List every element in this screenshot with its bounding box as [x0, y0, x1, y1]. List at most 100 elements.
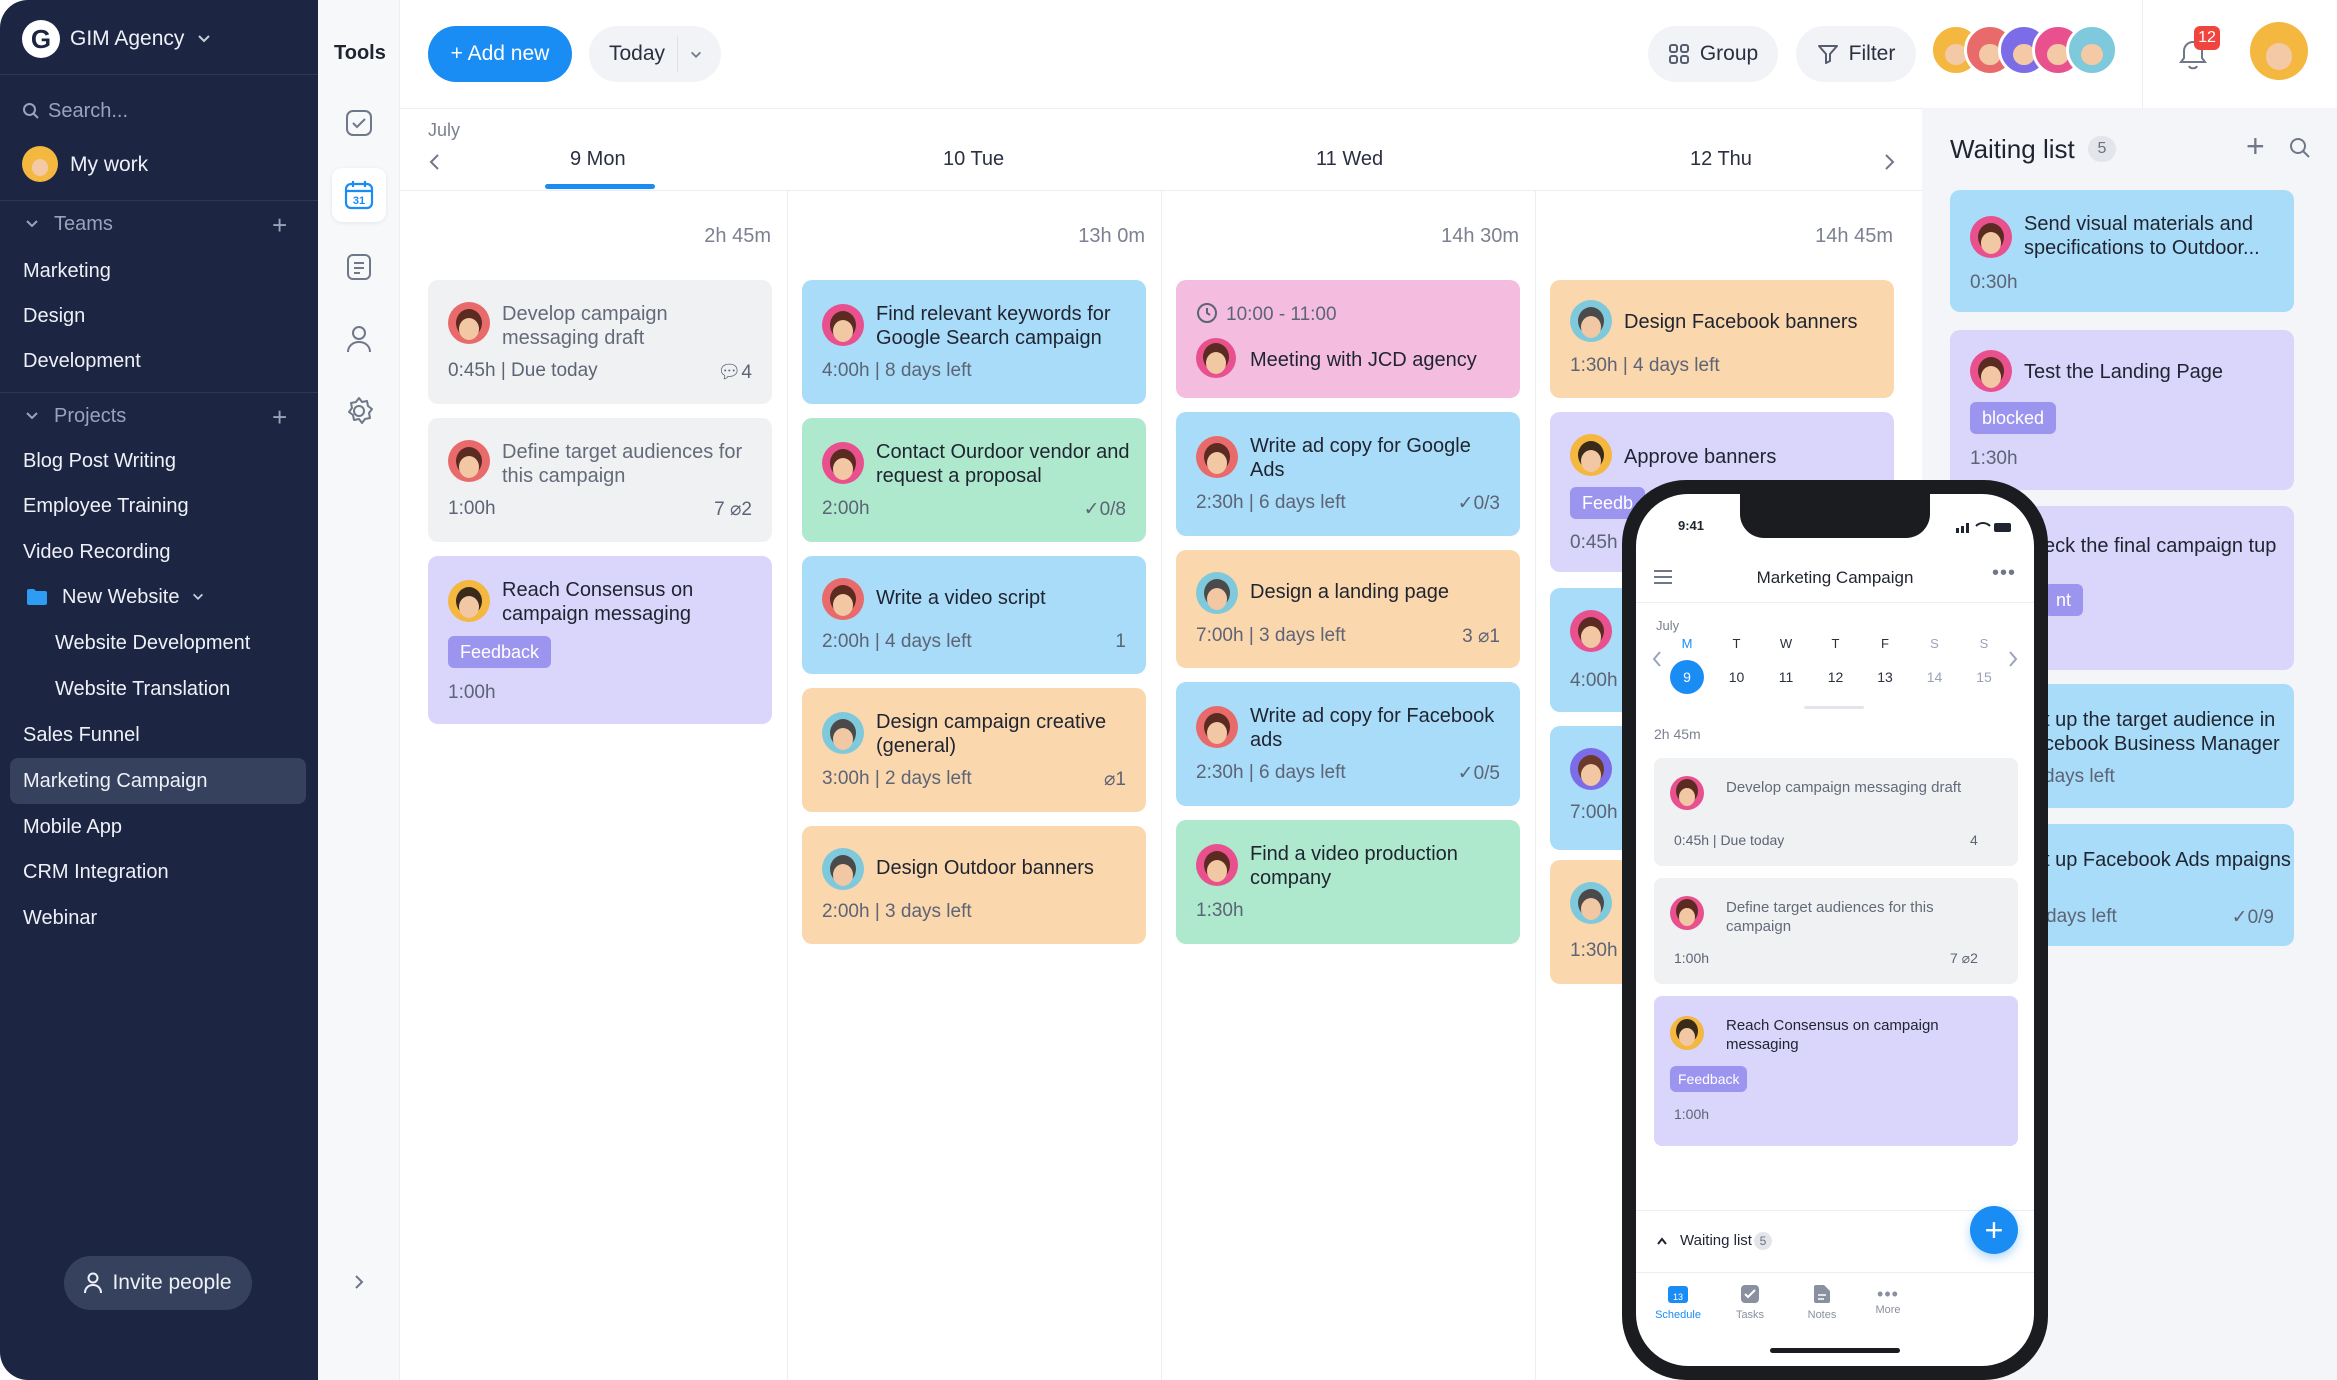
phone-tab-notes[interactable]: Notes [1794, 1284, 1850, 1321]
chevron-up-icon[interactable] [1656, 1236, 1668, 1246]
sidebar-item-marketing-campaign[interactable]: Marketing Campaign [10, 758, 306, 804]
sidebar-item-design[interactable]: Design [10, 293, 306, 339]
search-input[interactable]: Search... [48, 100, 128, 123]
add-icon[interactable]: + [2246, 128, 2265, 165]
more-icon[interactable]: ••• [1992, 562, 2016, 585]
phone-task-card[interactable]: Develop campaign messaging draft 0:45h |… [1654, 758, 2018, 866]
date-cell[interactable]: 10 [1720, 660, 1754, 694]
task-card[interactable]: Design campaign creative (general) 3:00h… [802, 688, 1146, 812]
chevron-down-icon[interactable] [24, 216, 40, 232]
task-card[interactable]: Design Facebook banners 1:30h | 4 days l… [1550, 280, 1894, 398]
chevron-down-icon[interactable] [689, 48, 703, 62]
tool-settings[interactable] [332, 384, 386, 438]
phone-tab-more[interactable]: ••• More [1860, 1284, 1916, 1316]
waiting-task-card[interactable]: Send visual materials and specifications… [1950, 190, 2294, 312]
sidebar-item-crm-integration[interactable]: CRM Integration [10, 849, 306, 895]
sidebar-item-website-development[interactable]: Website Development [10, 620, 306, 666]
assignee-avatar [448, 302, 490, 344]
tool-tasks[interactable] [332, 96, 386, 150]
sidebar-item-blog-post-writing[interactable]: Blog Post Writing [10, 438, 306, 484]
sidebar-item-webinar[interactable]: Webinar [10, 895, 306, 941]
task-title: Write a video script [876, 587, 1046, 609]
date-cell[interactable]: 15 [1967, 660, 2001, 694]
task-title: eck the final campaign tup [2044, 535, 2277, 557]
sidebar-item-marketing[interactable]: Marketing [10, 248, 306, 294]
divider [0, 392, 318, 393]
task-meta: 2:00h [822, 498, 870, 519]
chevron-right-icon[interactable] [352, 1274, 366, 1290]
task-card[interactable]: Reach Consensus on campaign messaging Fe… [428, 556, 772, 724]
chevron-down-icon[interactable] [196, 30, 212, 46]
task-card[interactable]: Design a landing page 7:00h | 3 days lef… [1176, 550, 1520, 668]
filter-label: Filter [1848, 42, 1896, 65]
chevron-right-icon[interactable] [2008, 650, 2018, 668]
phone-waiting-list[interactable]: Waiting list [1680, 1232, 1752, 1249]
task-card[interactable]: Find a video production company 1:30h [1176, 820, 1520, 944]
chevron-right-icon[interactable] [1882, 152, 1896, 172]
task-card[interactable]: Develop campaign messaging draft 0:45h |… [428, 280, 772, 404]
task-card[interactable]: Write a video script 2:00h | 4 days left… [802, 556, 1146, 674]
chevron-left-icon[interactable] [428, 152, 442, 172]
search-icon[interactable] [2288, 136, 2312, 160]
calendar-icon-day: 31 [353, 195, 365, 207]
day-tab-thu[interactable]: 12 Thu [1690, 148, 1752, 171]
task-card[interactable]: Write ad copy for Facebook ads 2:30h | 6… [1176, 682, 1520, 806]
sidebar-item-employee-training[interactable]: Employee Training [10, 483, 306, 529]
task-card[interactable]: Define target audiences for this campaig… [428, 418, 772, 542]
sidebar-item-development[interactable]: Development [10, 338, 306, 384]
sidebar-item-website-translation[interactable]: Website Translation [10, 666, 306, 712]
date-cell[interactable]: 11 [1769, 660, 1803, 694]
day-tab-tue[interactable]: 10 Tue [943, 148, 1004, 171]
sidebar-item-mobile-app[interactable]: Mobile App [10, 804, 306, 850]
task-meta: days left [2044, 766, 2115, 787]
phone-task-card[interactable]: Define target audiences for this campaig… [1654, 878, 2018, 984]
phone-mockup: 9:41 Marketing Campaign ••• July M 9 T 10 W 1… [1622, 480, 2048, 1380]
task-meta: 1:30h | 4 days left [1570, 355, 1720, 376]
divider [1636, 1272, 2034, 1273]
my-work-link[interactable]: My work [70, 153, 148, 177]
waiting-task-card[interactable]: Test the Landing Page blocked 1:30h [1950, 330, 2294, 490]
weekday-label: S [1979, 636, 1989, 651]
sidebar-item-sales-funnel[interactable]: Sales Funnel [10, 712, 306, 758]
phone-add-fab[interactable]: + [1970, 1206, 2018, 1254]
task-card[interactable]: Find relevant keywords for Google Search… [802, 280, 1146, 404]
sidebar-folder-new-website[interactable]: New Website [10, 574, 306, 620]
assignee-avatar [1970, 216, 2012, 258]
member-avatar[interactable] [2066, 24, 2118, 76]
add-team-icon[interactable]: + [272, 210, 287, 241]
tool-notes[interactable] [332, 240, 386, 294]
date-cell[interactable]: 12 [1819, 660, 1853, 694]
date-cell[interactable]: 14 [1918, 660, 1952, 694]
day-tab-mon[interactable]: 9 Mon [570, 148, 626, 171]
day-tab-wed[interactable]: 11 Wed [1316, 148, 1383, 171]
phone-tab-schedule[interactable]: 13 Schedule [1650, 1284, 1706, 1321]
phone-tab-tasks[interactable]: Tasks [1722, 1284, 1778, 1321]
filter-button[interactable]: Filter [1796, 26, 1916, 82]
chevron-down-icon[interactable] [191, 590, 205, 604]
tab-label: Schedule [1655, 1309, 1701, 1321]
tool-calendar[interactable]: 31 [332, 168, 386, 222]
task-title: Design campaign creative (general) [876, 711, 1107, 757]
status-tag: Feedback [448, 636, 552, 668]
task-card[interactable]: Contact Ourdoor vendor and request a pro… [802, 418, 1146, 542]
task-card[interactable]: Design Outdoor banners 2:00h | 3 days le… [802, 826, 1146, 944]
group-button[interactable]: Group [1648, 26, 1778, 82]
date-selected[interactable]: 9 [1670, 660, 1704, 694]
workspace-name[interactable]: GIM Agency [70, 27, 184, 51]
task-card[interactable]: Write ad copy for Google Ads 2:30h | 6 d… [1176, 412, 1520, 536]
chevron-left-icon[interactable] [1652, 650, 1662, 668]
sidebar-item-video-recording[interactable]: Video Recording [10, 529, 306, 575]
phone-task-card[interactable]: Reach Consensus on campaign messaging Fe… [1654, 996, 2018, 1146]
user-avatar[interactable] [2250, 22, 2308, 80]
date-cell[interactable]: 13 [1868, 660, 1902, 694]
today-button[interactable]: Today [589, 26, 721, 82]
invite-people-button[interactable]: Invite people [64, 1256, 252, 1310]
assignee-avatar [448, 580, 490, 622]
search-icon [23, 103, 39, 119]
add-project-icon[interactable]: + [272, 402, 287, 433]
add-new-button[interactable]: + Add new [428, 26, 572, 82]
chevron-down-icon[interactable] [24, 408, 40, 424]
assignee-avatar [1570, 610, 1612, 652]
tool-people[interactable] [332, 312, 386, 366]
event-card[interactable]: 10:00 - 11:00 Meeting with JCD agency [1176, 280, 1520, 398]
